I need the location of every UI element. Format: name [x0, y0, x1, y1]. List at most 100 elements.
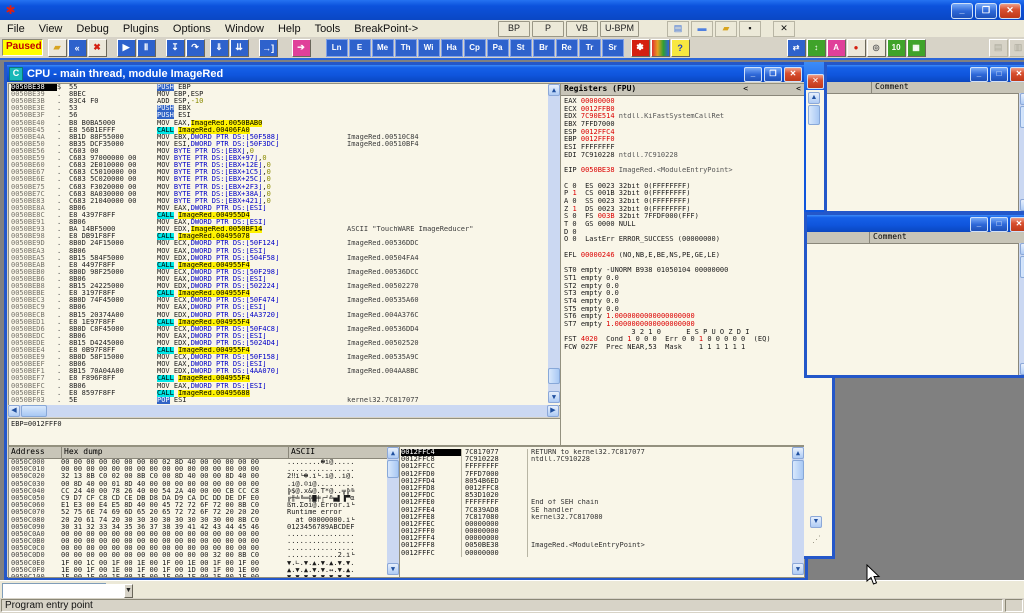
toolbar-pane-button-ha[interactable]: Ha: [441, 39, 463, 57]
dump-row[interactable]: 0050C0C000 00 00 00 00 00 00 00 00 00 00…: [11, 545, 386, 552]
menu-item-options[interactable]: Options: [166, 22, 218, 36]
dump-header-hex[interactable]: Hex dump: [62, 447, 289, 458]
menu-item-help[interactable]: Help: [271, 22, 308, 36]
register-line[interactable]: EDX 7C90E514 ntdll.KiFastSystemCallRet: [564, 113, 804, 121]
disasm-row[interactable]: 0050BED6.8B0D C8F45000MOV ECX,DWORD PTR …: [11, 326, 547, 333]
register-line[interactable]: [564, 259, 804, 267]
dump-vscrollbar[interactable]: ▲ ▼: [387, 447, 399, 575]
disasm-row[interactable]: 0050BEDC.8B06MOV EAX,DWORD PTR DS:[ESI]: [11, 333, 547, 340]
scroll-down-icon[interactable]: ▼: [810, 516, 822, 528]
scroll-down-icon[interactable]: ▼: [792, 563, 804, 575]
disasm-row[interactable]: 0050BE50.8B35 DCF35000MOV ESI,DWORD PTR …: [11, 141, 547, 148]
comment-column-header[interactable]: Comment: [872, 82, 1024, 93]
open-file-button[interactable]: ▰: [48, 39, 67, 57]
disasm-row[interactable]: 0050BEF1.8B15 70A04A00MOV EDX,DWORD PTR …: [11, 368, 547, 375]
step-over-button[interactable]: ↷: [186, 39, 205, 57]
stack-row[interactable]: 0012FFC47C817077RETURN to kernel32.7C817…: [401, 449, 791, 456]
register-line[interactable]: 3 2 1 0 E S P U O Z D I: [564, 329, 804, 337]
menu-plugin-button-vb[interactable]: VB: [566, 21, 598, 37]
window-minimize-button[interactable]: _: [970, 217, 988, 232]
animate-into-button[interactable]: ⇓: [210, 39, 229, 57]
stack-row[interactable]: 0012FFF80050BE38ImageRed.<ModuleEntryPoi…: [401, 542, 791, 549]
help-button[interactable]: ?: [671, 39, 690, 57]
toolbar-pane-button-st[interactable]: St: [510, 39, 532, 57]
comment-top-vscrollbar[interactable]: ▲ ▼: [1019, 93, 1024, 211]
disasm-row[interactable]: 0050BEFC.8B06MOV EAX,DWORD PTR DS:[ESI]: [11, 383, 547, 390]
scroll-left-icon[interactable]: ◀: [8, 405, 20, 417]
disasm-row[interactable]: 0050BEAB.E8 4497F8FFCALL ImageRed.004955…: [11, 262, 547, 269]
register-line[interactable]: [564, 175, 804, 183]
disasm-row[interactable]: 0050BE4A.8B1D 88F55000MOV EBX,DWORD PTR …: [11, 134, 547, 141]
stack-row[interactable]: 0012FFF000000000: [401, 528, 791, 535]
disasm-row[interactable]: 0050BE59.C683 97000000 00MOV BYTE PTR DS…: [11, 155, 547, 162]
register-line[interactable]: [564, 244, 804, 252]
register-line[interactable]: T 0 GS 0000 NULL: [564, 221, 804, 229]
menu-item-file[interactable]: File: [0, 22, 32, 36]
dump-row[interactable]: 0050C0F01E 00 1F 00 1E 00 1F 00 1F 00 1D…: [11, 567, 386, 574]
disasm-row[interactable]: 0050BEFE.E8 8597F8FFCALL ImageRed.004956…: [11, 390, 547, 397]
menu-item-tools[interactable]: Tools: [308, 22, 348, 36]
app-titlebar[interactable]: ✱ _ ❐ ✕: [0, 0, 1024, 20]
disasm-row[interactable]: 0050BEF7.E8 F896F8FFCALL ImageRed.004955…: [11, 375, 547, 382]
disasm-row[interactable]: 0050BE83.C683 21040000 00MOV BYTE PTR DS…: [11, 198, 547, 205]
toolbar-pane-button-pa[interactable]: Pa: [487, 39, 509, 57]
register-line[interactable]: ESP 0012FFC4: [564, 129, 804, 137]
stack-vscrollbar[interactable]: ▲ ▼: [792, 447, 804, 575]
dump-row[interactable]: 0050C060E1 E3 00 E4 E5 8D 40 00 45 72 72…: [11, 502, 386, 509]
menu-item-window[interactable]: Window: [218, 22, 271, 36]
info-pane[interactable]: EBP=0012FFF0: [8, 418, 561, 446]
record-dot-button[interactable]: ●: [847, 39, 866, 57]
blank-column-header[interactable]: [827, 82, 872, 93]
bits-button[interactable]: 10: [887, 39, 906, 57]
open-folder-icon[interactable]: ▰: [715, 21, 737, 37]
menu-item-breakpoint[interactable]: BreakPoint->: [347, 22, 425, 36]
toolbar-pane-button-cp[interactable]: Cp: [464, 39, 486, 57]
stack-row[interactable]: 0012FFD48054B6ED: [401, 478, 791, 485]
register-line[interactable]: ESI FFFFFFFF: [564, 144, 804, 152]
disasm-row[interactable]: 0050BE93.BA 14BF5000MOV EDX,ImageRed.005…: [11, 226, 547, 233]
stack-row[interactable]: 0012FFC87C910228ntdll.7C910228: [401, 456, 791, 463]
disasm-row[interactable]: 0050BE98.E8 DB91F8FFCALL ImageRed.004950…: [11, 233, 547, 240]
dump-row[interactable]: 0050C1001F 00 1F 00 1F 00 1F 00 1F 00 1F…: [11, 574, 386, 578]
app-close-button[interactable]: ✕: [999, 3, 1021, 19]
disasm-row[interactable]: 0050BED1.E8 1E97F8FFCALL ImageRed.004955…: [11, 319, 547, 326]
options-gear-button[interactable]: ✽: [631, 39, 650, 57]
toolbar-pane-button-th[interactable]: Th: [395, 39, 417, 57]
disasm-row[interactable]: 0050BE8C.E8 4397F8FFCALL ImageRed.004955…: [11, 212, 547, 219]
stack-row[interactable]: 0012FFE87C817080kernel32.7C817080: [401, 514, 791, 521]
register-line[interactable]: EIP 0050BE38 ImageRed.<ModuleEntryPoint>: [564, 167, 804, 175]
disasm-row[interactable]: 0050BE3F.56PUSH ESI: [11, 112, 547, 119]
register-line[interactable]: ECX 0012FFB0: [564, 106, 804, 114]
disassembly-hscrollbar[interactable]: ◀ ▶: [8, 405, 559, 417]
scroll-up-icon[interactable]: ▲: [548, 84, 560, 96]
disasm-row[interactable]: 0050BE91.8B06MOV EAX,DWORD PTR DS:[ESI]: [11, 219, 547, 226]
register-line[interactable]: ST5 empty 0.0: [564, 306, 804, 314]
toolbar-pane-button-e[interactable]: E: [349, 39, 371, 57]
disasm-row[interactable]: 0050BE9D.8B0D 24F15000MOV ECX,DWORD PTR …: [11, 240, 547, 247]
disasm-row[interactable]: 0050BE75.C683 F3020000 00MOV BYTE PTR DS…: [11, 184, 547, 191]
menu-plugin-button-p[interactable]: P: [532, 21, 564, 37]
register-line[interactable]: P 1 CS 001B 32bit 0(FFFFFFFF): [564, 190, 804, 198]
comment-window-top-titlebar[interactable]: _ □ ✕: [827, 65, 1024, 82]
dump-header-ascii[interactable]: ASCII: [289, 447, 399, 458]
swap-arrows-button[interactable]: ⇄: [787, 39, 806, 57]
stack-row[interactable]: 0012FFD80012FFC8: [401, 485, 791, 492]
register-line[interactable]: EDI 7C910228 ntdll.7C910228: [564, 152, 804, 160]
disasm-row[interactable]: 0050BECB.8B15 20374A00MOV EDX,DWORD PTR …: [11, 312, 547, 319]
window-maximize-button[interactable]: □: [990, 67, 1008, 82]
disassembly-vscrollbar[interactable]: ▲ ▼: [548, 84, 560, 403]
disasm-row[interactable]: 0050BEBE.E8 3197F8FFCALL ImageRed.004955…: [11, 290, 547, 297]
disasm-row[interactable]: 0050BEB0.8B0D 98F25000MOV ECX,DWORD PTR …: [11, 269, 547, 276]
cpu-window-titlebar[interactable]: C CPU - main thread, module ImageRed _ ❐…: [7, 65, 805, 82]
menu-plugin-button-bp[interactable]: BP: [498, 21, 530, 37]
scroll-thumb[interactable]: [808, 105, 820, 125]
step-into-button[interactable]: ↧: [166, 39, 185, 57]
register-line[interactable]: ST0 empty -UNORM B938 01050104 00000000: [564, 267, 804, 275]
disasm-row[interactable]: 0050BE3B.83C4 F0ADD ESP,-10: [11, 98, 547, 105]
scroll-thumb[interactable]: [1020, 106, 1024, 128]
dump-row[interactable]: 0050C050C9 D7 CF C8 CD CE DB D8 DA D9 CA…: [11, 495, 386, 502]
disasm-row[interactable]: 0050BE39.8BECMOV EBP,ESP: [11, 91, 547, 98]
register-line[interactable]: EBX 7FFD7000: [564, 121, 804, 129]
scroll-down-icon[interactable]: ▼: [1020, 199, 1024, 211]
dump-row[interactable]: 0050C01000 00 00 00 00 00 00 00 00 00 00…: [11, 466, 386, 473]
